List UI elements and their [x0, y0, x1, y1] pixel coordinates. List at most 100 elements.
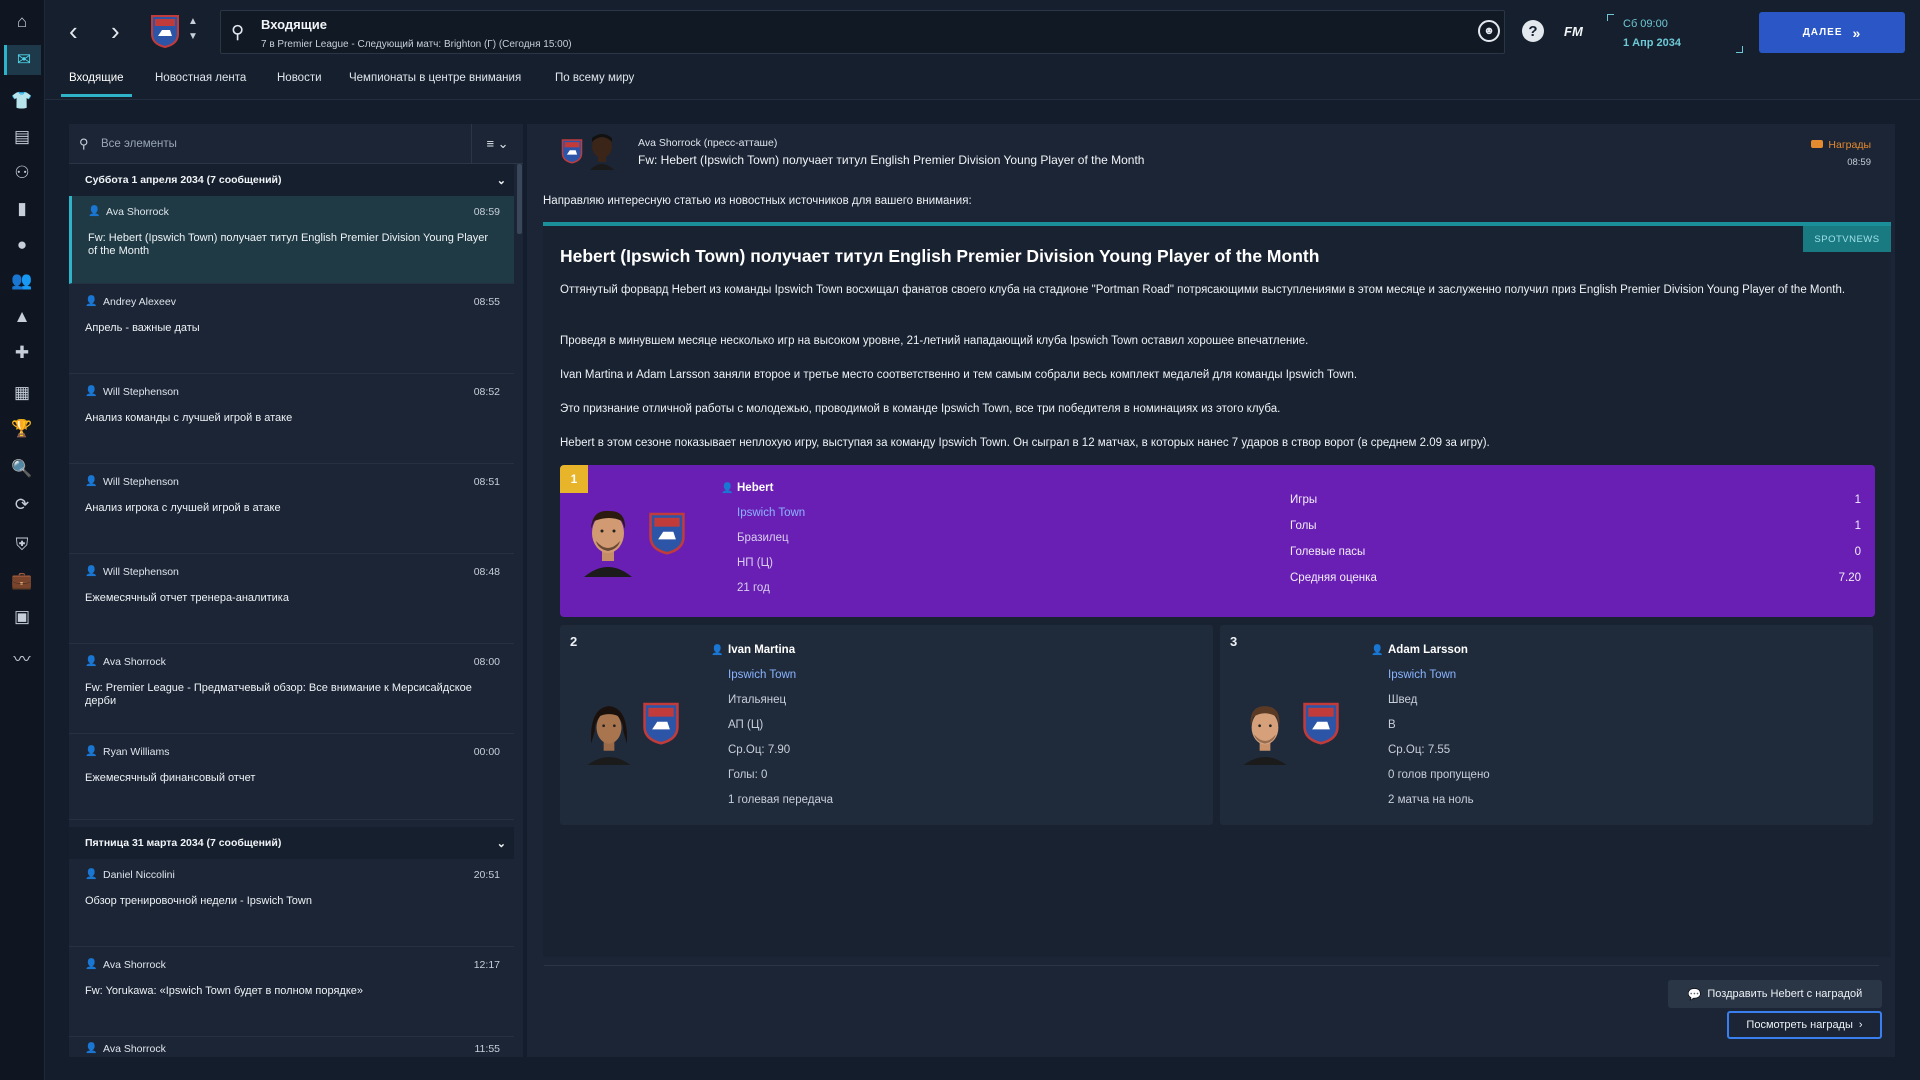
- news-article: SPOTVNEWS Hebert (Ipswich Town) получает…: [543, 222, 1891, 957]
- date-group-header[interactable]: Пятница 31 марта 2034 (7 сообщений) ⌄: [69, 827, 514, 859]
- player-name[interactable]: Ivan Martina: [728, 644, 795, 656]
- club-crest-icon[interactable]: [150, 14, 180, 48]
- training-icon[interactable]: ▮: [11, 198, 33, 220]
- list-item[interactable]: 👤 Will Stephenson 08:51 Анализ игрока с …: [69, 466, 514, 554]
- player-clean-sheets: 2 матча на ноль: [1388, 794, 1474, 806]
- message-detail-pane: Ava Shorrock (пресс-атташе) Fw: Hebert (…: [527, 124, 1895, 1057]
- stat-label: Средняя оценка: [1290, 572, 1377, 584]
- congratulate-label: Поздравить Hebert с наградой: [1707, 988, 1863, 1000]
- list-item[interactable]: 👤 Daniel Niccolini 20:51 Обзор тренирово…: [69, 859, 514, 947]
- player-assists: 1 голевая передача: [728, 794, 833, 806]
- medical-icon[interactable]: ✚: [11, 342, 33, 364]
- tactics-icon[interactable]: ▤: [11, 126, 33, 148]
- date-group-header[interactable]: Суббота 1 апреля 2034 (7 сообщений) ⌄: [69, 164, 514, 196]
- stat-label: Голевые пасы: [1290, 546, 1366, 558]
- date-group-label: Суббота 1 апреля 2034 (7 сообщений): [85, 174, 282, 186]
- search-icon[interactable]: ⚲: [231, 22, 244, 43]
- list-item[interactable]: 👤 Ava Shorrock 08:00 Fw: Premier League …: [69, 646, 514, 734]
- awards-tag[interactable]: Награды: [1811, 139, 1871, 151]
- player-club[interactable]: Ipswich Town: [728, 669, 796, 681]
- message-subject: Обзор тренировочной недели - Ipswich Tow…: [85, 895, 312, 907]
- congratulate-button[interactable]: 💬 Поздравить Hebert с наградой: [1668, 980, 1882, 1008]
- tab-around-the-world[interactable]: По всему миру: [555, 72, 634, 84]
- list-item[interactable]: 👤 Ryan Williams 00:00 Ежемесячный финанс…: [69, 736, 514, 820]
- list-scrollbar[interactable]: [517, 164, 522, 234]
- player-name[interactable]: Adam Larsson: [1388, 644, 1468, 656]
- message-subject: Fw: Hebert (Ipswich Town) получает титул…: [88, 232, 489, 257]
- club-crest-icon: [643, 702, 679, 745]
- player-club[interactable]: Ipswich Town: [737, 507, 805, 519]
- player-nationality: Итальянец: [728, 694, 787, 706]
- view-awards-label: Посмотреть награды: [1746, 1019, 1853, 1031]
- view-awards-button[interactable]: Посмотреть награды ›: [1727, 1011, 1882, 1039]
- transfers-icon[interactable]: ⟳: [11, 494, 33, 516]
- sender-avatar: [590, 134, 614, 170]
- message-time: 08:59: [473, 206, 500, 218]
- club-info-icon[interactable]: ⛨: [11, 534, 33, 556]
- help-icon[interactable]: ?: [1522, 20, 1544, 42]
- inbox-icon[interactable]: ✉: [4, 45, 41, 75]
- message-sender: Ava Shorrock: [103, 959, 166, 971]
- player-name[interactable]: Hebert: [737, 482, 773, 494]
- staff-icon[interactable]: ⚇: [11, 162, 33, 184]
- current-date: 1 Апр 2034: [1623, 37, 1682, 49]
- home-icon[interactable]: ⌂: [11, 11, 33, 33]
- continue-label: ДАЛЕЕ: [1802, 27, 1843, 38]
- current-time: Сб 09:00: [1623, 18, 1668, 30]
- search-players-icon[interactable]: 🔍: [11, 458, 33, 480]
- stat-label: Голы: [1290, 520, 1317, 532]
- calendar-corner-decoration: [1607, 14, 1614, 21]
- player-nationality: Швед: [1388, 694, 1418, 706]
- player-rating: Ср.Оц: 7.55: [1388, 744, 1451, 756]
- trophy-icon[interactable]: 🏆: [11, 418, 33, 440]
- chat-bubble-icon: 💬: [1687, 988, 1702, 1001]
- search-icon: ⚲: [79, 136, 89, 151]
- player-club[interactable]: Ipswich Town: [1388, 669, 1456, 681]
- person-icon: 👤: [85, 656, 98, 667]
- runner-up-card[interactable]: 2 👤 Ivan Martina Ipswich Town Итальянец …: [560, 625, 1213, 825]
- back-arrow-icon[interactable]: ‹: [69, 18, 78, 44]
- article-headline: Hebert (Ipswich Town) получает титул Eng…: [560, 246, 1320, 266]
- chevron-up-icon[interactable]: ▲: [188, 16, 198, 27]
- third-place-card[interactable]: 3 👤 Adam Larsson Ipswich Town Швед В Ср.…: [1220, 625, 1873, 825]
- club-crest-icon: [561, 139, 583, 164]
- tab-inbox[interactable]: Входящие: [61, 72, 131, 97]
- list-item[interactable]: 👤 Will Stephenson 08:52 Анализ команды с…: [69, 376, 514, 464]
- chevron-down-icon: ⌄: [496, 174, 506, 187]
- match-icon[interactable]: ●: [11, 234, 33, 256]
- list-item[interactable]: 👤 Ava Shorrock 08:59 Fw: Hebert (Ipswich…: [69, 196, 514, 284]
- squad-icon[interactable]: 👕: [11, 90, 33, 112]
- world-icon[interactable]: ☻: [1478, 20, 1500, 42]
- tab-news[interactable]: Новости: [277, 72, 322, 84]
- divider: [544, 965, 1879, 966]
- list-item[interactable]: 👤 Will Stephenson 08:48 Ежемесячный отче…: [69, 556, 514, 644]
- filter-menu-button[interactable]: ≡ ⌄: [471, 124, 523, 164]
- fm-menu-button[interactable]: FM: [1564, 24, 1583, 39]
- player-age: 21 год: [737, 582, 770, 594]
- dev-centre-icon[interactable]: ▣: [11, 606, 33, 628]
- double-chevron-right-icon: »: [1852, 24, 1862, 41]
- development-icon[interactable]: ▲: [11, 306, 33, 328]
- inbox-tabs: Входящие Новостная лента Новости Чемпион…: [45, 62, 1920, 100]
- message-sender: Ava Shorrock: [103, 656, 166, 668]
- inbox-search-input[interactable]: [101, 134, 481, 154]
- stat-label: Игры: [1290, 494, 1318, 506]
- page-title: Входящие: [261, 17, 327, 32]
- forward-arrow-icon[interactable]: ›: [111, 18, 120, 44]
- continue-button[interactable]: ДАЛЕЕ »: [1759, 12, 1905, 53]
- finances-icon[interactable]: 💼: [11, 570, 33, 592]
- header-title-bar[interactable]: ⚲ Входящие 7 в Premier League - Следующи…: [220, 10, 1505, 54]
- list-item[interactable]: 👤 Ava Shorrock 11:55: [69, 1039, 514, 1057]
- tab-competitions-spotlight[interactable]: Чемпионаты в центре внимания: [349, 72, 521, 84]
- tab-news-feed[interactable]: Новостная лента: [155, 72, 246, 84]
- list-item[interactable]: 👤 Ava Shorrock 12:17 Fw: Yorukawa: «Ipsw…: [69, 949, 514, 1037]
- chevron-down-icon[interactable]: ▼: [188, 31, 198, 42]
- stat-value: 7.20: [1838, 572, 1861, 584]
- scouting-icon[interactable]: 👥: [11, 270, 33, 292]
- winner-card[interactable]: 1 👤 Hebert Ipswich Town Бразилец НП (Ц) …: [560, 465, 1875, 617]
- club-crest-icon: [1303, 702, 1339, 745]
- list-item[interactable]: 👤 Andrey Alexeev 08:55 Апрель - важные д…: [69, 286, 514, 374]
- schedule-icon[interactable]: ▦: [11, 382, 33, 404]
- reports-icon[interactable]: 〰: [11, 646, 33, 669]
- message-time: 12:17: [473, 959, 500, 971]
